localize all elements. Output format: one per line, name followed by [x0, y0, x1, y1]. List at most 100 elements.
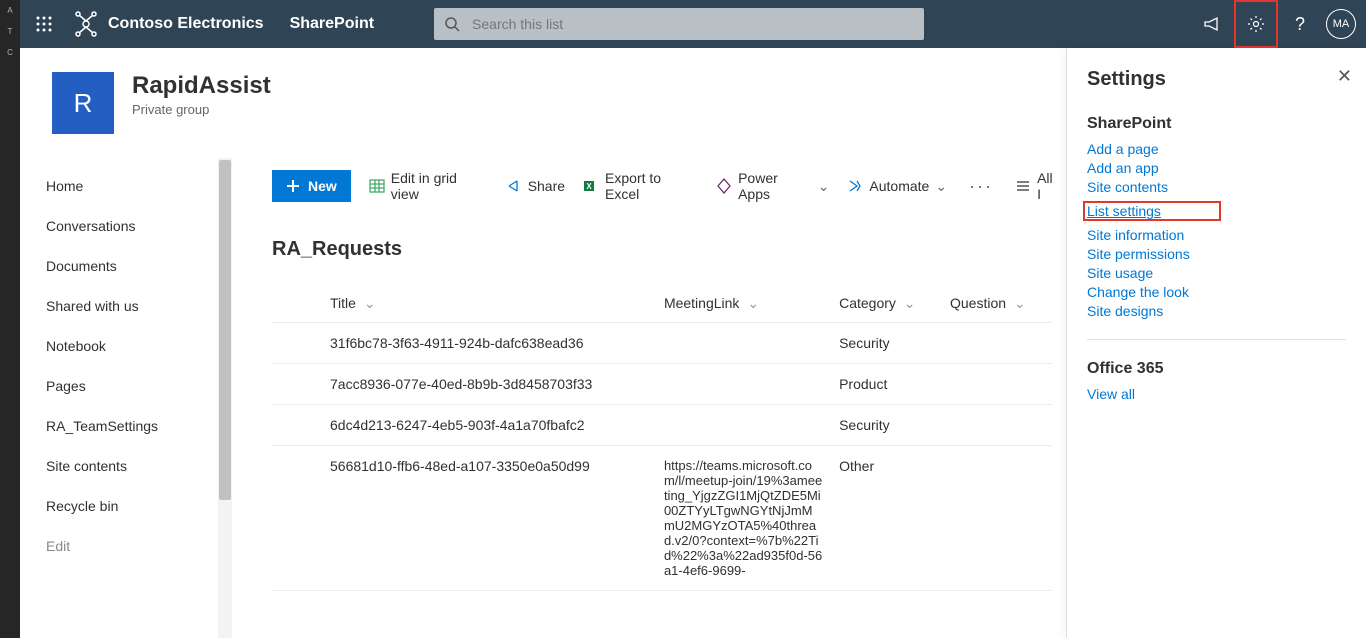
close-icon[interactable]: ✕	[1337, 66, 1352, 87]
cell-category[interactable]: Security	[831, 323, 942, 364]
site-subtitle: Private group	[132, 102, 271, 117]
cell-meetinglink[interactable]: https://teams.microsoft.com/l/meetup-joi…	[656, 446, 831, 591]
plus-icon	[286, 179, 300, 193]
edit-grid-button[interactable]: Edit in grid view	[369, 170, 488, 202]
chevron-down-icon: ⌄	[935, 178, 947, 195]
automate-label: Automate	[869, 178, 929, 194]
table-row[interactable]: 56681d10-ffb6-48ed-a107-3350e0a50d99http…	[272, 446, 1052, 591]
cell-question[interactable]	[942, 405, 1052, 446]
power-apps-label: Power Apps	[738, 170, 812, 202]
share-icon	[506, 178, 522, 194]
site-logo[interactable]: R	[52, 72, 114, 134]
help-icon[interactable]: ?	[1278, 0, 1322, 48]
nav-documents[interactable]: Documents	[46, 246, 232, 286]
divider	[1087, 339, 1346, 340]
chevron-down-icon: ⌄	[360, 295, 376, 311]
cell-meetinglink[interactable]	[656, 405, 831, 446]
list-table: Title ⌄ MeetingLink ⌄ Category ⌄ Questio…	[272, 285, 1052, 591]
more-commands-button[interactable]: ···	[965, 176, 997, 197]
teams-rail: ATC	[0, 0, 20, 638]
search-input[interactable]	[470, 15, 914, 33]
settings-panel: ✕ Settings SharePoint Add a pageAdd an a…	[1066, 48, 1366, 638]
cell-question[interactable]	[942, 323, 1052, 364]
view-selector[interactable]: All I	[1015, 170, 1060, 202]
panel-title: Settings	[1087, 68, 1346, 91]
megaphone-icon[interactable]	[1190, 0, 1234, 48]
app-launcher-icon[interactable]	[20, 0, 68, 48]
link-site-usage[interactable]: Site usage	[1087, 265, 1346, 281]
edit-grid-label: Edit in grid view	[391, 170, 488, 202]
cell-question[interactable]	[942, 446, 1052, 591]
suite-nav: Contoso Electronics SharePoint ? MA	[20, 0, 1366, 48]
new-button[interactable]: New	[272, 170, 351, 202]
command-bar: New Edit in grid view Share X Export to …	[252, 158, 1060, 214]
list-area: RA_Requests Title ⌄ MeetingLink ⌄ Catego…	[252, 214, 1060, 638]
chevron-down-icon: ⌄	[1010, 295, 1026, 311]
nav-edit[interactable]: Edit	[46, 526, 232, 566]
nav-pages[interactable]: Pages	[46, 366, 232, 406]
app-name[interactable]: SharePoint	[290, 15, 374, 33]
col-meetinglink[interactable]: MeetingLink ⌄	[656, 285, 831, 323]
powerapps-icon	[716, 178, 732, 194]
link-site-designs[interactable]: Site designs	[1087, 303, 1346, 319]
share-button[interactable]: Share	[506, 178, 565, 194]
cell-meetinglink[interactable]	[656, 323, 831, 364]
cell-title[interactable]: 31f6bc78-3f63-4911-924b-dafc638ead36	[322, 323, 656, 364]
link-add-an-app[interactable]: Add an app	[1087, 160, 1346, 176]
left-navigation: Home Conversations Documents Shared with…	[20, 158, 232, 638]
nav-shared-with-us[interactable]: Shared with us	[46, 286, 232, 326]
brand-name[interactable]: Contoso Electronics	[108, 15, 264, 33]
svg-text:X: X	[586, 182, 592, 191]
list-title: RA_Requests	[272, 238, 1040, 261]
chevron-down-icon: ⌄	[900, 295, 916, 311]
chevron-down-icon: ⌄	[743, 295, 759, 311]
table-row[interactable]: 6dc4d213-6247-4eb5-903f-4a1a70fbafc2 Secu…	[272, 405, 1052, 446]
automate-button[interactable]: Automate ⌄	[847, 178, 947, 195]
settings-gear-icon[interactable]	[1234, 0, 1278, 48]
nav-recycle-bin[interactable]: Recycle bin	[46, 486, 232, 526]
cell-meetinglink[interactable]	[656, 364, 831, 405]
cell-question[interactable]	[942, 364, 1052, 405]
power-apps-button[interactable]: Power Apps ⌄	[716, 170, 829, 202]
table-row[interactable]: 31f6bc78-3f63-4911-924b-dafc638ead36 Secu…	[272, 323, 1052, 364]
cell-category[interactable]: Product	[831, 364, 942, 405]
link-add-a-page[interactable]: Add a page	[1087, 141, 1346, 157]
cell-category[interactable]: Security	[831, 405, 942, 446]
user-avatar[interactable]: MA	[1326, 9, 1356, 39]
nav-home[interactable]: Home	[46, 166, 232, 206]
site-title[interactable]: RapidAssist	[132, 72, 271, 100]
col-category[interactable]: Category ⌄	[831, 285, 942, 323]
link-view-all[interactable]: View all	[1087, 386, 1346, 402]
col-question[interactable]: Question ⌄	[942, 285, 1052, 323]
chevron-down-icon: ⌄	[818, 178, 830, 195]
automate-icon	[847, 178, 863, 194]
nav-site-contents[interactable]: Site contents	[46, 446, 232, 486]
col-title[interactable]: Title ⌄	[322, 285, 656, 323]
cell-title[interactable]: 7acc8936-077e-40ed-8b9b-3d8458703f33	[322, 364, 656, 405]
link-site-permissions[interactable]: Site permissions	[1087, 246, 1346, 262]
new-button-label: New	[308, 178, 337, 194]
panel-o365-heading: Office 365	[1087, 360, 1346, 378]
export-label: Export to Excel	[605, 170, 698, 202]
nav-conversations[interactable]: Conversations	[46, 206, 232, 246]
export-excel-button[interactable]: X Export to Excel	[583, 170, 698, 202]
cell-category[interactable]: Other	[831, 446, 942, 591]
share-label: Share	[528, 178, 565, 194]
search-icon	[444, 16, 460, 32]
nav-notebook[interactable]: Notebook	[46, 326, 232, 366]
nav-ra-teamsettings[interactable]: RA_TeamSettings	[46, 406, 232, 446]
brand-logo-icon	[72, 10, 100, 38]
grid-icon	[369, 178, 385, 194]
link-change-the-look[interactable]: Change the look	[1087, 284, 1346, 300]
link-site-contents[interactable]: Site contents	[1087, 179, 1346, 195]
cell-title[interactable]: 6dc4d213-6247-4eb5-903f-4a1a70fbafc2	[322, 405, 656, 446]
excel-icon: X	[583, 178, 599, 194]
view-label: All I	[1037, 170, 1060, 202]
search-box[interactable]	[434, 8, 924, 40]
list-icon	[1015, 178, 1031, 194]
link-list-settings[interactable]: List settings	[1083, 201, 1221, 221]
link-site-information[interactable]: Site information	[1087, 227, 1346, 243]
table-row[interactable]: 7acc8936-077e-40ed-8b9b-3d8458703f33 Prod…	[272, 364, 1052, 405]
leftnav-scrollbar[interactable]	[218, 158, 232, 638]
cell-title[interactable]: 56681d10-ffb6-48ed-a107-3350e0a50d99	[322, 446, 656, 591]
